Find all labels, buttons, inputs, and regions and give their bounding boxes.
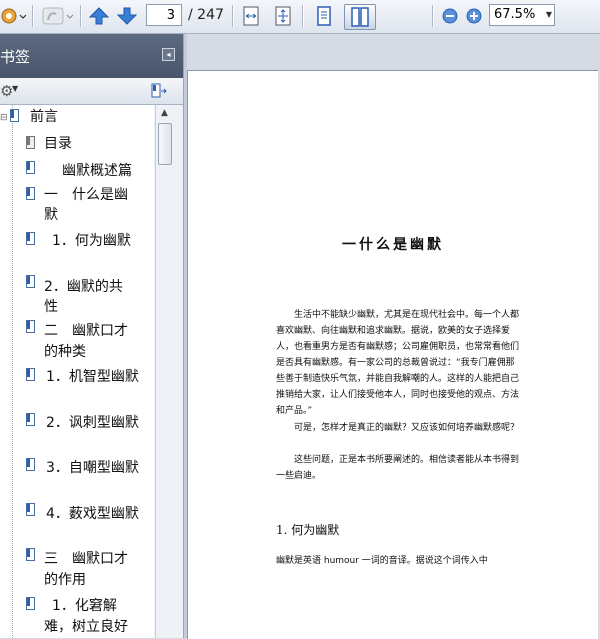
expand-bookmark-icon[interactable] [150,82,168,100]
fit-width-icon[interactable] [238,4,264,28]
zoom-level-select[interactable]: 67.5% ▼ [489,4,555,26]
bookmark-icon [26,232,36,246]
toolbar-separator [432,5,433,27]
bookmarks-panel-title: 书签 [0,48,31,66]
bookmark-label: 三 幽默口才 [44,551,128,567]
paragraph: 这些问题，正是本书所要阐述的。相信读者能从本书得到一些启迪。 [276,455,520,481]
bookmark-icon [26,320,36,334]
bookmark-tree: ⊟ 前言 目录 幽默概述篇 一 什么是幽 默 1．何为幽默 2．幽默的共 性 二… [0,105,154,638]
document-page: 一什么是幽默 生活中不能缺少幽默，尤其是在现代社会中。每一个人都喜欢幽默、向往幽… [187,70,598,639]
bookmark-label: 1．何为幽默 [52,233,131,249]
single-page-view-icon[interactable] [310,4,338,28]
toolbar-separator [232,5,233,27]
page-down-icon[interactable] [114,4,140,28]
page-up-icon[interactable] [86,4,112,28]
toolbar: 3 / 247 67.5% ▼ [0,0,600,34]
zoom-level-value: 67.5% [494,7,536,22]
total-pages: / 247 [188,7,224,23]
bookmark-icon [26,275,36,289]
bookmark-label: 2．讽刺型幽默 [46,415,139,431]
scrollbar-thumb[interactable] [158,123,172,165]
bookmarks-panel-header: 书签 ◂ [0,34,183,78]
zoom-out-icon[interactable] [440,4,460,28]
bookmark-label: 二 幽默口才 [44,323,128,339]
app-menu-icon[interactable] [0,4,28,28]
bookmark-icon [26,503,36,517]
bookmark-label: 4．薮戏型幽默 [46,506,139,522]
bookmark-label-line2: 的种类 [44,344,86,360]
page-title: 一什么是幽默 [342,237,444,253]
chevron-down-icon[interactable]: ▼ [546,5,552,25]
zoom-in-icon[interactable] [464,4,484,28]
bookmark-icon [26,597,36,611]
bookmark-label: 3．自嘲型幽默 [46,460,139,476]
bookmark-icon [26,161,36,175]
bookmark-label: 幽默概述篇 [62,163,132,179]
bookmarks-scrollbar[interactable]: ▲ [155,105,173,638]
paragraph: 幽默是英语 humour 一词的音译。据说这个词传入中 [276,556,488,566]
tree-guide-line [12,105,13,638]
chevron-down-icon[interactable]: ▼ [12,84,18,93]
bookmarks-panel: 书签 ◂ ⚙ ▼ ⊟ 前言 目录 幽默概述篇 一 什么是幽 默 1．何为幽默 2… [0,34,184,638]
collapse-toggle-icon[interactable]: ⊟ [0,108,8,128]
bookmark-label-line2: 的作用 [44,572,86,588]
toolbar-separator [32,5,33,27]
scroll-up-icon[interactable]: ▲ [156,105,173,122]
toolbar-separator [302,5,303,27]
bookmark-icon [26,187,36,201]
bookmark-gray-icon [26,136,36,150]
bookmark-label: 1．机智型幽默 [46,369,139,385]
bookmark-icon [26,548,36,562]
bookmark-label: 目录 [44,136,72,152]
bookmark-label: 前言 [30,109,58,125]
bookmark-icon [10,109,20,123]
page-number-input[interactable]: 3 [146,4,182,26]
paragraph: 生活中不能缺少幽默，尤其是在现代社会中。每一个人都喜欢幽默、向往幽默和追求幽默。… [276,310,520,416]
bookmark-label: 一 什么是幽 [44,187,128,203]
collapse-panel-icon[interactable]: ◂ [162,48,175,61]
section-heading: 1. 何为幽默 [276,523,340,537]
bookmark-icon [26,458,36,472]
bookmarks-toolbar: ⚙ ▼ [0,78,183,105]
bookmark-icon [26,368,36,382]
toolbar-separator [80,5,81,27]
paragraph: 可是，怎样才是真正的幽默？又应该如何培养幽默感呢？ [294,423,520,433]
hand-tool-icon[interactable] [40,4,74,28]
bookmark-label-line2: 性 [44,299,58,315]
two-page-view-icon[interactable] [344,4,376,30]
bookmark-label: 1．化窘解 [52,598,117,614]
bookmark-label-line2: 默 [44,207,58,223]
fit-page-icon[interactable] [270,4,296,28]
bookmark-label: 2．幽默的共 [44,279,123,295]
bookmark-label-line2: 难，树立良好 [44,619,128,635]
bookmark-icon [26,413,36,427]
